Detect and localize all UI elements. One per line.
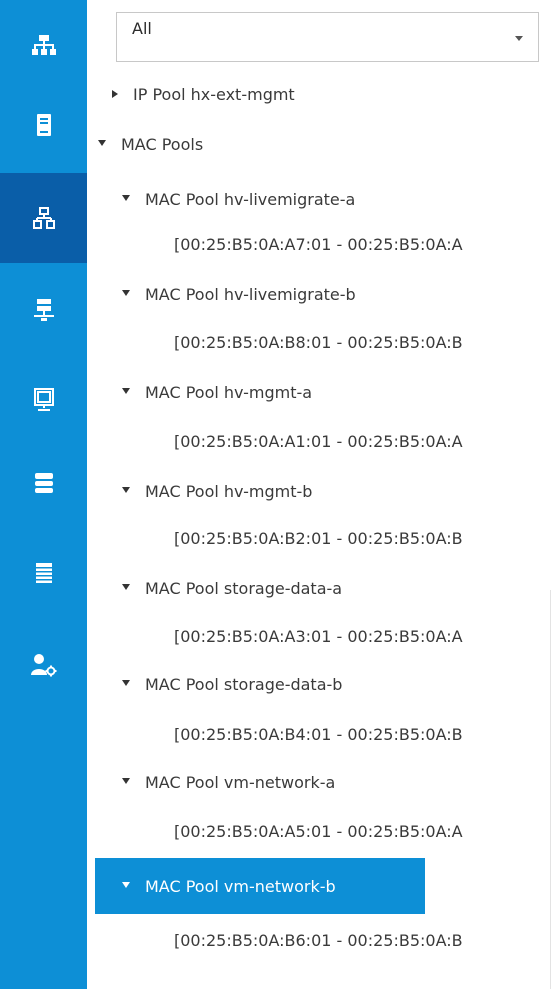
- expand-arrow-icon[interactable]: [112, 90, 118, 98]
- nav-equipment[interactable]: [0, 0, 87, 90]
- storage-stack-icon: [34, 473, 53, 493]
- navigation-tree-panel: All IP Pool hx-ext-mgmt MAC Pools MAC Po…: [87, 0, 552, 989]
- collapse-arrow-icon[interactable]: [122, 777, 130, 784]
- mac-range-label: [00:25:B5:0A:B6:01 - 00:25:B5:0A:B: [174, 930, 463, 950]
- tree-node-mac-pool[interactable]: MAC Pool hv-mgmt-a: [122, 366, 312, 418]
- tree-node-label: MAC Pool vm-network-b: [145, 876, 336, 896]
- collapse-arrow-icon[interactable]: [122, 289, 130, 296]
- chassis-list-icon: [35, 563, 52, 583]
- nav-servers[interactable]: [0, 80, 87, 170]
- mac-range-label: [00:25:B5:0A:A5:01 - 00:25:B5:0A:A: [174, 821, 463, 841]
- nav-san[interactable]: [0, 265, 87, 355]
- mac-range-label: [00:25:B5:0A:B4:01 - 00:25:B5:0A:B: [174, 724, 463, 744]
- collapse-arrow-icon[interactable]: [98, 139, 106, 146]
- server-icon: [36, 114, 51, 136]
- tree-node-mac-pool[interactable]: MAC Pool vm-network-a: [122, 756, 335, 808]
- tree-node-label: MAC Pools: [121, 134, 204, 154]
- tree-node-label: MAC Pool hv-livemigrate-a: [145, 189, 356, 209]
- network-topology-icon: [31, 35, 56, 55]
- tree-node-label: MAC Pool hv-mgmt-a: [145, 382, 313, 402]
- tree-node-label: IP Pool hx-ext-mgmt: [133, 84, 295, 104]
- tree-node-mac-pool[interactable]: MAC Pool hv-livemigrate-b: [122, 268, 356, 320]
- tree-node-mac-pool[interactable]: MAC Pool storage-data-b: [122, 658, 342, 710]
- chevron-down-icon[interactable]: [515, 36, 523, 41]
- collapse-arrow-icon[interactable]: [122, 387, 130, 394]
- ucs-manager-window: All IP Pool hx-ext-mgmt MAC Pools MAC Po…: [0, 0, 552, 989]
- nav-lan[interactable]: [0, 173, 87, 263]
- san-storage-icon: [33, 299, 54, 321]
- mac-range-label: [00:25:B5:0A:A1:01 - 00:25:B5:0A:A: [174, 431, 463, 451]
- tree-node-mac-range[interactable]: [00:25:B5:0A:A7:01 - 00:25:B5:0A:A: [174, 218, 463, 270]
- tree-node-mac-range[interactable]: [00:25:B5:0A:A5:01 - 00:25:B5:0A:A: [174, 805, 463, 857]
- vm-monitor-icon: [33, 388, 54, 411]
- collapse-arrow-icon[interactable]: [122, 583, 130, 590]
- filter-dropdown[interactable]: All: [116, 12, 539, 62]
- tree-node-mac-range[interactable]: [00:25:B5:0A:A3:01 - 00:25:B5:0A:A: [174, 610, 463, 662]
- tree-node-mac-range[interactable]: [00:25:B5:0A:B8:01 - 00:25:B5:0A:B: [174, 316, 463, 368]
- nav-admin[interactable]: [0, 620, 87, 710]
- mac-range-label: [00:25:B5:0A:B2:01 - 00:25:B5:0A:B: [174, 528, 463, 548]
- collapse-arrow-icon[interactable]: [122, 194, 130, 201]
- tree-node-mac-range[interactable]: [00:25:B5:0A:A1:01 - 00:25:B5:0A:A: [174, 415, 463, 467]
- mac-range-label: [00:25:B5:0A:B8:01 - 00:25:B5:0A:B: [174, 332, 463, 352]
- tree-node-label: MAC Pool storage-data-a: [145, 578, 343, 598]
- filter-value: All: [132, 19, 152, 38]
- collapse-arrow-icon[interactable]: [122, 881, 130, 888]
- admin-user-gear-icon: [30, 654, 56, 677]
- tree-node-mac-range[interactable]: [00:25:B5:0A:B6:01 - 00:25:B5:0A:B: [174, 914, 463, 966]
- mac-range-label: [00:25:B5:0A:A7:01 - 00:25:B5:0A:A: [174, 234, 463, 254]
- lan-icon: [32, 207, 55, 229]
- nav-storage[interactable]: [0, 438, 87, 528]
- tree-node-label: MAC Pool vm-network-a: [145, 772, 336, 792]
- tree-node-mac-pool[interactable]: MAC Pool storage-data-a: [122, 562, 342, 614]
- nav-rail: [0, 0, 87, 989]
- tree-node-mac-pool[interactable]: MAC Pool hv-mgmt-b: [122, 465, 312, 517]
- tree-node-mac-range[interactable]: [00:25:B5:0A:B2:01 - 00:25:B5:0A:B: [174, 512, 463, 564]
- nav-vm[interactable]: [0, 355, 87, 445]
- tree-node-label: MAC Pool hv-mgmt-b: [145, 481, 313, 501]
- tree-node-mac-pool-selected[interactable]: MAC Pool vm-network-b: [95, 858, 425, 914]
- tree-node-mac-range[interactable]: [00:25:B5:0A:B4:01 - 00:25:B5:0A:B: [174, 708, 463, 760]
- nav-chassis[interactable]: [0, 528, 87, 618]
- tree-node-ip-pool-hx-ext-mgmt[interactable]: IP Pool hx-ext-mgmt: [112, 68, 295, 120]
- tree-node-label: MAC Pool hv-livemigrate-b: [145, 284, 356, 304]
- tree-node-label: MAC Pool storage-data-b: [145, 674, 343, 694]
- collapse-arrow-icon[interactable]: [122, 679, 130, 686]
- tree-node-mac-pools[interactable]: MAC Pools: [98, 118, 203, 170]
- panel-divider: [550, 590, 551, 989]
- collapse-arrow-icon[interactable]: [122, 486, 130, 493]
- mac-range-label: [00:25:B5:0A:A3:01 - 00:25:B5:0A:A: [174, 626, 463, 646]
